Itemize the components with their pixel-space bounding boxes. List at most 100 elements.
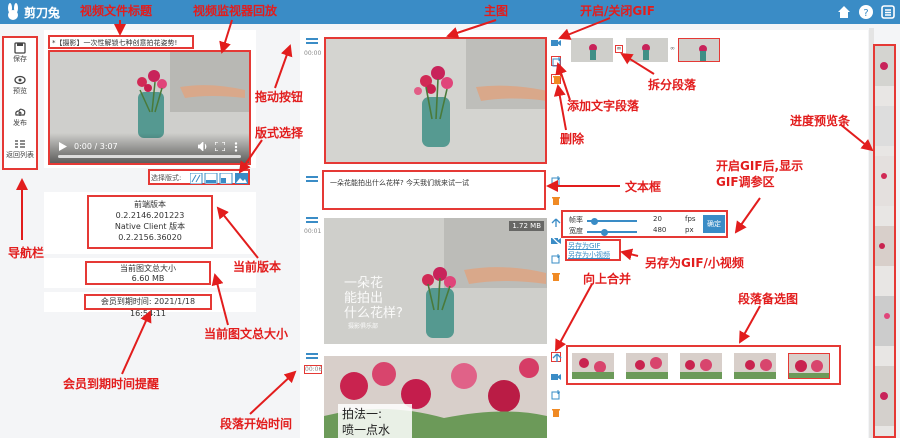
candidate-thumb-selected[interactable] xyxy=(788,353,830,379)
width-slider[interactable] xyxy=(587,228,637,236)
flower-thumb xyxy=(734,353,776,379)
toggle-gif-button[interactable] xyxy=(550,235,562,247)
delete-button[interactable] xyxy=(551,74,561,84)
annotation-size: 当前图文总大小 xyxy=(204,327,289,341)
toggle-gif-button[interactable] xyxy=(551,372,561,382)
native-version: 0.2.2156.36020 xyxy=(118,233,182,242)
annotation-segtime: 段落开始时间 xyxy=(220,417,293,431)
layout-option-bottom-icon[interactable] xyxy=(204,173,218,184)
help-icon[interactable]: ? xyxy=(858,4,874,20)
nav-publish[interactable]: 发布 xyxy=(4,106,36,128)
flower-thumb xyxy=(626,38,668,62)
video-off-icon xyxy=(550,235,562,247)
split-segment-button[interactable]: ∞ xyxy=(670,45,675,52)
layout-option-image-icon[interactable] xyxy=(235,173,248,184)
drag-handle[interactable] xyxy=(306,353,318,359)
add-text-icon xyxy=(551,176,560,186)
annotation-progress: 进度预览条 xyxy=(790,114,851,128)
gif-frame-thumb[interactable] xyxy=(626,38,668,62)
annotation-layout: 版式选择 xyxy=(255,126,304,140)
delete-button[interactable] xyxy=(551,272,561,282)
width-unit: px xyxy=(685,226,694,234)
merge-up-button[interactable] xyxy=(551,352,562,362)
rate-slider-knob[interactable] xyxy=(591,217,598,225)
nav-label: 返回列表 xyxy=(6,151,34,159)
progress-preview-bar[interactable] xyxy=(873,44,896,438)
annotation-drag: 拖动按钮 xyxy=(255,90,304,104)
layout-options xyxy=(190,173,248,184)
trash-icon xyxy=(552,273,560,281)
drag-handle[interactable] xyxy=(306,176,318,182)
confirm-button[interactable]: 确定 xyxy=(703,215,725,233)
video-controls: 0:00 / 3:07 xyxy=(50,133,249,163)
video-monitor[interactable]: 0:00 / 3:07 xyxy=(48,50,251,165)
flower-thumb xyxy=(680,353,722,379)
annotation-save-as: 另存为GIF/小视频 xyxy=(645,256,744,270)
list-back-icon xyxy=(15,140,25,148)
layout-selector: 选择版式: xyxy=(148,169,250,185)
rate-value[interactable]: 20 xyxy=(653,215,662,223)
add-text-button[interactable] xyxy=(551,254,561,264)
width-slider-knob[interactable] xyxy=(601,228,608,236)
video-camera-icon xyxy=(551,374,561,380)
drag-handle[interactable] xyxy=(306,38,318,44)
layout-option-left-icon[interactable] xyxy=(219,173,233,184)
delete-button[interactable] xyxy=(551,408,561,418)
nav-back-list[interactable]: 返回列表 xyxy=(4,138,36,160)
add-text-button[interactable] xyxy=(551,176,561,186)
fullscreen-icon[interactable] xyxy=(215,142,225,151)
vip-expiry: 会员到期时间: 2021/1/18 16:54:11 xyxy=(84,294,212,318)
play-icon[interactable] xyxy=(59,142,67,151)
candidate-thumb[interactable] xyxy=(680,353,722,379)
layout-option-stripes-icon[interactable] xyxy=(190,173,203,184)
candidate-thumb[interactable] xyxy=(626,353,668,379)
gif-frame-thumb[interactable] xyxy=(678,38,720,62)
video-seek-bar[interactable] xyxy=(58,155,241,158)
size-label: 当前图文总大小 xyxy=(120,264,176,273)
nav-preview[interactable]: 预览 xyxy=(4,74,36,96)
segment-image[interactable]: 一朵花 能拍出 什么花样? 摄影俱乐部 1.72 MB xyxy=(324,218,547,344)
segment-image[interactable]: 拍法一: 喷一点水 xyxy=(324,356,547,438)
delete-button[interactable] xyxy=(551,196,561,206)
candidate-thumb[interactable] xyxy=(572,353,614,379)
add-text-button[interactable] xyxy=(551,390,561,400)
list-icon[interactable] xyxy=(880,4,896,20)
video-camera-icon xyxy=(551,40,561,46)
save-icon xyxy=(14,42,26,54)
segment-start-time: 00:01 xyxy=(304,228,322,235)
annotation-gif-hint: 开启GIF后,显示 GIF调参区 xyxy=(716,159,804,189)
split-segment-button[interactable]: ∞ xyxy=(615,45,623,53)
rate-unit: fps xyxy=(685,215,696,223)
trash-icon xyxy=(553,76,561,84)
text-box[interactable]: 一朵花能拍出什么花样? 今天我们就来试一试 xyxy=(322,170,546,210)
file-title[interactable]: *【摄影】一次性解锁七种创意拍花姿势! xyxy=(48,35,194,49)
segment-start-time: 00:00 xyxy=(304,50,322,57)
annotation-merge: 向上合并 xyxy=(583,272,632,286)
drag-handle[interactable] xyxy=(306,217,318,223)
nav-save[interactable]: 保存 xyxy=(4,42,36,64)
gif-frame-thumb[interactable] xyxy=(571,38,613,62)
add-text-button[interactable] xyxy=(551,56,561,67)
more-icon[interactable] xyxy=(234,142,238,152)
annotation-main: 主图 xyxy=(484,4,509,18)
add-text-icon xyxy=(551,390,560,400)
size-value: 6.60 MB xyxy=(131,274,165,283)
arrow-up-icon xyxy=(551,218,561,227)
svg-text:?: ? xyxy=(863,8,868,19)
save-as-gif-link[interactable]: 另存为GIF xyxy=(568,242,618,251)
main-image[interactable] xyxy=(324,37,547,164)
native-version-label: Native Client 版本 xyxy=(114,222,186,231)
home-icon[interactable] xyxy=(836,4,852,20)
flower-thumb xyxy=(571,38,613,62)
annotation-toggle-gif: 开启/关闭GIF xyxy=(580,4,655,18)
front-version: 0.2.2146.201223 xyxy=(115,211,185,220)
add-text-icon xyxy=(551,254,560,264)
volume-icon[interactable] xyxy=(198,142,208,151)
rate-slider[interactable] xyxy=(587,217,637,225)
merge-up-button[interactable] xyxy=(551,218,561,228)
candidate-thumb[interactable] xyxy=(734,353,776,379)
toggle-gif-button[interactable] xyxy=(551,38,561,48)
save-as-video-link[interactable]: 另存为小视频 xyxy=(568,251,618,260)
image-overlay-text: 一朵花 能拍出 什么花样? xyxy=(344,276,403,321)
width-value[interactable]: 480 xyxy=(653,226,666,234)
